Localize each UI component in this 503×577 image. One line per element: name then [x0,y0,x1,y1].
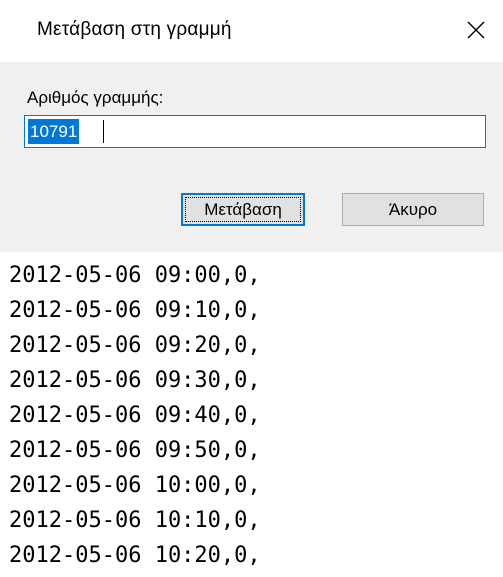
text-caret [103,120,104,143]
close-icon [467,21,485,39]
editor-line: 2012-05-06 09:00,0, [9,263,261,288]
dialog-titlebar[interactable]: Μετάβαση στη γραμμή [0,0,503,62]
editor-line: 2012-05-06 10:20,0, [9,543,261,568]
dialog-title: Μετάβαση στη γραμμή [37,19,232,40]
line-number-input[interactable]: 10791 [24,115,486,148]
cancel-button[interactable]: Άκυρο [342,193,484,226]
editor-line: 2012-05-06 09:50,0, [9,438,261,463]
editor-line: 2012-05-06 09:30,0, [9,368,261,393]
editor-line: 2012-05-06 10:10,0, [9,508,261,533]
go-button-label: Μετάβαση [204,199,282,219]
editor-line: 2012-05-06 10:00,0, [9,473,261,498]
editor-text-area[interactable]: 2012-05-06 09:00,0, 2012-05-06 09:10,0, … [0,252,503,577]
close-button[interactable] [456,10,496,50]
cancel-button-label: Άκυρο [388,199,438,219]
editor-line: 2012-05-06 09:20,0, [9,333,261,358]
editor-line: 2012-05-06 09:40,0, [9,403,261,428]
go-button[interactable]: Μετάβαση [181,193,305,226]
dialog-body: Αριθμός γραμμής: 10791 Μετάβαση Άκυρο [0,62,503,252]
editor-line: 2012-05-06 09:10,0, [9,298,261,323]
line-number-label: Αριθμός γραμμής: [27,88,164,107]
line-number-value: 10791 [28,119,80,144]
goto-line-dialog: Μετάβαση στη γραμμή Αριθμός γραμμής: 107… [0,0,503,252]
